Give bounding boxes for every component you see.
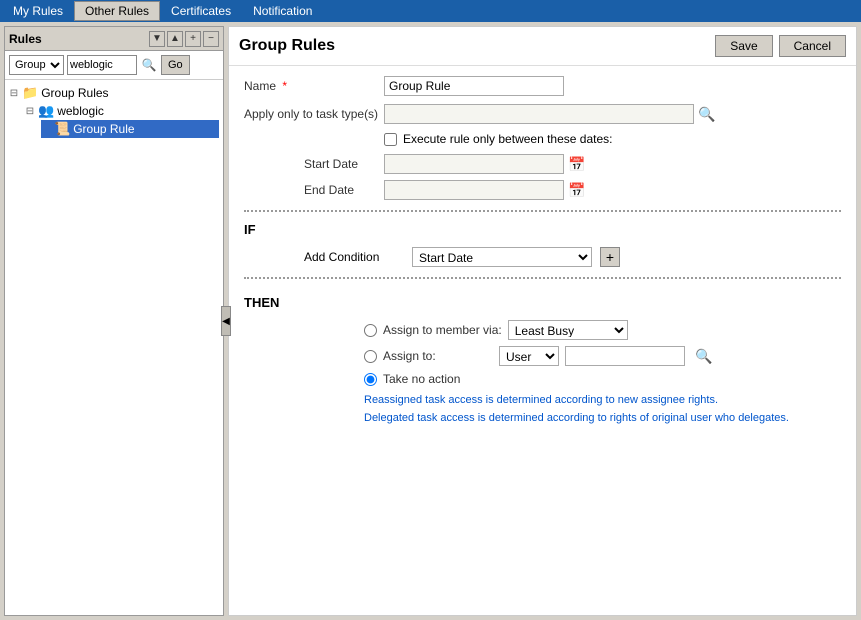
tree-node-group-rule[interactable]: 📜 Group Rule xyxy=(41,120,219,138)
tree-group-rule-label: Group Rule xyxy=(73,122,134,136)
end-date-input[interactable] xyxy=(384,180,564,200)
panel-remove-btn[interactable]: − xyxy=(203,31,219,47)
execute-dates-label: Execute rule only between these dates: xyxy=(403,132,612,146)
left-panel: Rules ▼ ▲ + − Group 🔍 Go ⊟ 📁 Group Rules xyxy=(4,26,224,616)
panel-expand-btn[interactable]: ▲ xyxy=(167,31,183,47)
take-no-action-radio[interactable] xyxy=(364,373,377,386)
start-date-input[interactable] xyxy=(384,154,564,174)
tree-weblogic-label: weblogic xyxy=(57,104,104,118)
end-date-calendar-icon[interactable]: 📅 xyxy=(568,182,585,199)
assign-to-label: Assign to: xyxy=(383,349,493,363)
right-panel: Group Rules Save Cancel Name * Apply onl… xyxy=(228,26,857,616)
start-date-label: Start Date xyxy=(304,157,384,171)
assign-member-row: Assign to member via: Least Busy Round R… xyxy=(244,320,841,340)
tab-my-rules[interactable]: My Rules xyxy=(2,1,74,21)
end-date-row: End Date 📅 xyxy=(244,180,841,200)
execute-dates-row: Execute rule only between these dates: xyxy=(244,132,841,146)
panel-collapse-btn[interactable]: ▼ xyxy=(149,31,165,47)
tab-other-rules[interactable]: Other Rules xyxy=(74,1,160,21)
search-type-select[interactable]: Group xyxy=(9,55,64,75)
assign-to-radio[interactable] xyxy=(364,350,377,363)
search-input[interactable] xyxy=(67,55,137,75)
name-input[interactable] xyxy=(384,76,564,96)
folder-icon: 📁 xyxy=(22,85,38,101)
apply-search-icon[interactable]: 🔍 xyxy=(698,106,715,123)
assign-member-radio[interactable] xyxy=(364,324,377,337)
panel-header-btns: ▼ ▲ + − xyxy=(149,31,219,47)
computer-icon: 👥 xyxy=(38,103,54,119)
required-star: * xyxy=(282,79,287,93)
info-line-1: Reassigned task access is determined acc… xyxy=(364,392,841,410)
tree-children: ⊟ 👥 weblogic 📜 Group Rule xyxy=(9,102,219,138)
name-row: Name * xyxy=(244,76,841,96)
tree-root-label: Group Rules xyxy=(41,86,108,100)
panel-header: Rules ▼ ▲ + − xyxy=(5,27,223,51)
panel-title: Rules xyxy=(9,32,149,46)
assign-member-select[interactable]: Least Busy Round Robin xyxy=(508,320,628,340)
add-condition-btn[interactable]: + xyxy=(600,247,620,267)
go-button[interactable]: Go xyxy=(161,55,190,75)
search-bar: Group 🔍 Go xyxy=(5,51,223,80)
then-section: THEN Assign to member via: Least Busy Ro… xyxy=(244,289,841,427)
apply-label: Apply only to task type(s) xyxy=(244,107,384,121)
right-header: Group Rules Save Cancel xyxy=(229,27,856,66)
tab-bar: My Rules Other Rules Certificates Notifi… xyxy=(0,0,861,22)
assign-to-row: Assign to: User Group 🔍 xyxy=(244,346,841,366)
assign-to-search-icon[interactable]: 🔍 xyxy=(695,348,712,365)
start-date-row: Start Date 📅 xyxy=(244,154,841,174)
tab-notification[interactable]: Notification xyxy=(242,1,323,21)
divider-2 xyxy=(244,277,841,279)
doc-icon: 📜 xyxy=(54,121,70,137)
tab-certificates[interactable]: Certificates xyxy=(160,1,242,21)
add-condition-label: Add Condition xyxy=(304,250,404,264)
condition-row: Add Condition Start Date + xyxy=(244,247,841,267)
right-title: Group Rules xyxy=(239,37,335,55)
apply-input[interactable] xyxy=(384,104,694,124)
info-line-2: Delegated task access is determined acco… xyxy=(364,410,841,428)
take-no-action-label: Take no action xyxy=(383,372,493,386)
assign-to-type-select[interactable]: User Group xyxy=(499,346,559,366)
condition-select[interactable]: Start Date xyxy=(412,247,592,267)
name-label: Name * xyxy=(244,79,384,93)
start-date-calendar-icon[interactable]: 📅 xyxy=(568,156,585,173)
take-no-action-row: Take no action xyxy=(244,372,841,386)
search-icon-btn[interactable]: 🔍 xyxy=(140,56,158,74)
info-text: Reassigned task access is determined acc… xyxy=(244,392,841,427)
tree-root-group-rules[interactable]: ⊟ 📁 Group Rules xyxy=(9,84,219,102)
end-date-label: End Date xyxy=(304,183,384,197)
panel-add-btn[interactable]: + xyxy=(185,31,201,47)
tree-expand-icon: ⊟ xyxy=(9,88,19,99)
assign-member-label: Assign to member via: xyxy=(383,323,502,337)
cancel-button[interactable]: Cancel xyxy=(779,35,846,57)
tree-children-2: 📜 Group Rule xyxy=(25,120,219,138)
main-layout: Rules ▼ ▲ + − Group 🔍 Go ⊟ 📁 Group Rules xyxy=(0,22,861,620)
assign-to-input[interactable] xyxy=(565,346,685,366)
tree-spacer xyxy=(41,124,51,135)
if-section: IF Add Condition Start Date + xyxy=(244,222,841,267)
tree-expand-icon-2: ⊟ xyxy=(25,106,35,117)
then-label: THEN xyxy=(244,295,841,310)
if-label: IF xyxy=(244,222,841,237)
tree-area: ⊟ 📁 Group Rules ⊟ 👥 weblogic 📜 Group Rul… xyxy=(5,80,223,615)
header-btns: Save Cancel xyxy=(715,35,846,57)
form-area: Name * Apply only to task type(s) 🔍 Exec… xyxy=(229,66,856,615)
collapse-handle[interactable]: ◀ xyxy=(221,306,231,336)
apply-row: Apply only to task type(s) 🔍 xyxy=(244,104,841,124)
save-button[interactable]: Save xyxy=(715,35,772,57)
tree-node-weblogic[interactable]: ⊟ 👥 weblogic xyxy=(25,102,219,120)
divider-1 xyxy=(244,210,841,212)
execute-dates-checkbox[interactable] xyxy=(384,133,397,146)
